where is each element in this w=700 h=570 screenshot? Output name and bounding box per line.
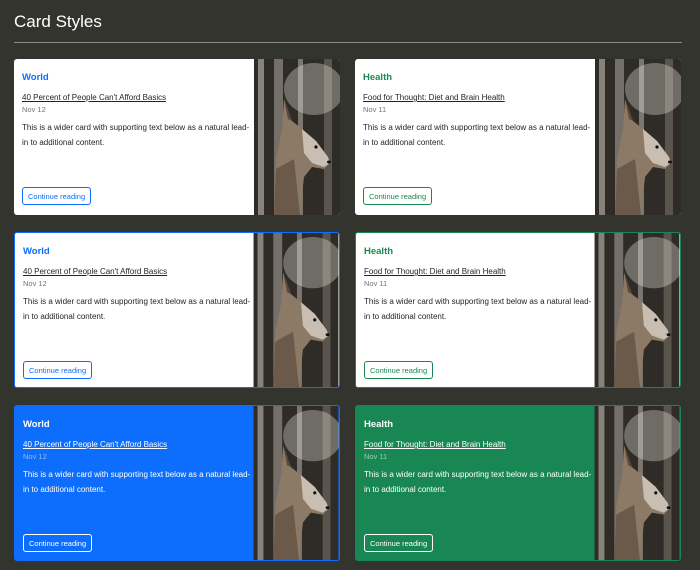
card-date: Nov 12 xyxy=(22,105,46,114)
wolfdog-photo xyxy=(595,59,681,215)
card-description: This is a wider card with supporting tex… xyxy=(23,470,251,494)
card-description: This is a wider card with supporting tex… xyxy=(364,470,592,494)
card-headline-link[interactable]: 40 Percent of People Can't Afford Basics xyxy=(23,440,167,449)
page-title: Card Styles xyxy=(14,12,102,31)
card-headline-link[interactable]: 40 Percent of People Can't Afford Basics xyxy=(22,93,166,102)
wolfdog-photo xyxy=(254,59,340,215)
card-headline-link[interactable]: Food for Thought: Diet and Brain Health xyxy=(364,440,506,449)
continue-reading-button[interactable]: Continue reading xyxy=(364,361,434,379)
card-category: World xyxy=(22,72,49,83)
wolfdog-photo xyxy=(594,233,680,387)
card-date: Nov 12 xyxy=(23,279,47,288)
wolfdog-photo xyxy=(594,406,680,560)
card-category: Health xyxy=(364,246,394,257)
card-headline-link[interactable]: Food for Thought: Diet and Brain Health xyxy=(363,93,505,102)
card-category: Health xyxy=(364,419,394,430)
card-description: This is a wider card with supporting tex… xyxy=(23,297,251,321)
card-headline-link[interactable]: Food for Thought: Diet and Brain Health xyxy=(364,267,506,276)
card-world-outline: World 40 Percent of People Can't Afford … xyxy=(14,232,340,388)
continue-reading-button[interactable]: Continue reading xyxy=(364,534,434,552)
continue-reading-button[interactable]: Continue reading xyxy=(363,187,433,205)
card-category: World xyxy=(23,419,50,430)
card-world-plain: World 40 Percent of People Can't Afford … xyxy=(14,59,340,215)
continue-reading-button[interactable]: Continue reading xyxy=(23,361,93,379)
continue-reading-button[interactable]: Continue reading xyxy=(22,187,92,205)
wolfdog-photo xyxy=(253,406,339,560)
card-health-plain: Health Food for Thought: Diet and Brain … xyxy=(355,59,681,215)
card-health-outline: Health Food for Thought: Diet and Brain … xyxy=(355,232,681,388)
card-date: Nov 12 xyxy=(23,452,47,461)
card-description: This is a wider card with supporting tex… xyxy=(22,123,250,147)
card-category: World xyxy=(23,246,50,257)
wolfdog-photo xyxy=(253,233,339,387)
card-date: Nov 11 xyxy=(364,452,388,461)
card-health-filled: Health Food for Thought: Diet and Brain … xyxy=(355,405,681,561)
title-divider xyxy=(14,42,682,43)
card-headline-link[interactable]: 40 Percent of People Can't Afford Basics xyxy=(23,267,167,276)
card-category: Health xyxy=(363,72,393,83)
card-date: Nov 11 xyxy=(364,279,388,288)
card-date: Nov 11 xyxy=(363,105,387,114)
card-description: This is a wider card with supporting tex… xyxy=(363,123,591,147)
continue-reading-button[interactable]: Continue reading xyxy=(23,534,93,552)
card-world-filled: World 40 Percent of People Can't Afford … xyxy=(14,405,340,561)
card-description: This is a wider card with supporting tex… xyxy=(364,297,592,321)
